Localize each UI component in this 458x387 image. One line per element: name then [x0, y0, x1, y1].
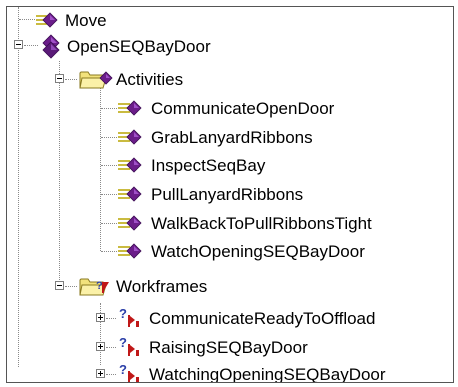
tree-guide-line	[106, 347, 116, 348]
tree-view: Move OpenSEQBayDoor Activities Communica…	[6, 6, 454, 383]
tree-node-label: RaisingSEQBayDoor	[149, 337, 308, 357]
tree-guide-line	[19, 19, 35, 20]
workframe-icon: ?	[119, 306, 139, 327]
tree-node-activity[interactable]: WalkBackToPullRibbonsTight	[117, 210, 372, 236]
tree-node-label: InspectSeqBay	[151, 155, 266, 175]
svg-text:?: ?	[96, 280, 103, 292]
tree-node-activities[interactable]: Activities	[79, 66, 183, 92]
activity-icon	[118, 100, 142, 116]
tree-node-label: Workframes	[116, 276, 208, 296]
tree-guide-line	[24, 45, 38, 46]
tree-node-label: GrabLanyardRibbons	[151, 127, 313, 147]
tree-node-move[interactable]: Move	[35, 7, 107, 33]
expand-plus-icon[interactable]	[96, 369, 105, 378]
workframe-icon: ?	[119, 362, 139, 382]
activity-icon	[118, 129, 142, 145]
collapse-minus-icon[interactable]	[14, 40, 23, 49]
svg-text:?: ?	[119, 306, 127, 321]
tree-guide-line	[65, 286, 77, 287]
tree-guide-line	[101, 137, 117, 138]
tree-guide-line	[106, 374, 116, 375]
tree-node-activity[interactable]: GrabLanyardRibbons	[117, 124, 313, 150]
tree-node-workframe[interactable]: ? WatchingOpeningSEQBayDoor	[117, 361, 386, 383]
tree-guide-line	[18, 7, 19, 367]
tree-node-label: CommunicateOpenDoor	[151, 98, 335, 118]
expand-plus-icon[interactable]	[96, 342, 105, 351]
collapse-minus-icon[interactable]	[55, 281, 64, 290]
activity-icon	[118, 243, 142, 259]
activity-icon	[118, 215, 142, 231]
tree-guide-line	[101, 165, 117, 166]
tree-guide-line	[100, 87, 101, 251]
tree-node-label: PullLanyardRibbons	[151, 184, 304, 204]
folder-icon: ?	[79, 278, 109, 296]
tree-node-workframe[interactable]: ? RaisingSEQBayDoor	[117, 334, 308, 360]
activity-icon	[36, 12, 58, 28]
workframe-icon: ?	[119, 335, 139, 356]
tree-guide-line	[101, 108, 117, 109]
collapse-minus-icon[interactable]	[55, 74, 64, 83]
tree-node-open-seq-bay-door[interactable]: OpenSEQBayDoor	[39, 33, 211, 59]
tree-guide-line	[106, 318, 116, 319]
svg-text:?: ?	[119, 335, 127, 350]
expand-plus-icon[interactable]	[96, 313, 105, 322]
activity-icon	[118, 157, 142, 173]
tree-node-label: CommunicateReadyToOffload	[149, 308, 376, 328]
tree-guide-line	[101, 223, 117, 224]
tree-node-label: Move	[65, 10, 107, 30]
tree-guide-line	[101, 194, 117, 195]
tree-node-label: WatchingOpeningSEQBayDoor	[149, 364, 386, 383]
folder-icon	[79, 71, 113, 89]
tree-node-activity[interactable]: InspectSeqBay	[117, 152, 265, 178]
tree-node-activity[interactable]: CommunicateOpenDoor	[117, 95, 334, 121]
tree-node-label: WalkBackToPullRibbonsTight	[151, 213, 372, 233]
tree-node-activity[interactable]: WatchOpeningSEQBayDoor	[117, 238, 365, 264]
tree-node-label: OpenSEQBayDoor	[67, 36, 211, 56]
svg-text:?: ?	[119, 362, 127, 377]
tree-node-workframes[interactable]: ? Workframes	[79, 273, 207, 299]
tree-guide-line	[101, 251, 117, 252]
activity-icon	[118, 186, 142, 202]
tree-node-workframe[interactable]: ? CommunicateReadyToOffload	[117, 305, 375, 331]
tree-guide-line	[65, 79, 77, 80]
tree-node-label: WatchOpeningSEQBayDoor	[151, 241, 365, 261]
tree-guide-line	[59, 61, 60, 286]
tree-node-label: Activities	[116, 69, 184, 89]
activity-icon	[42, 34, 60, 59]
tree-node-activity[interactable]: PullLanyardRibbons	[117, 181, 303, 207]
